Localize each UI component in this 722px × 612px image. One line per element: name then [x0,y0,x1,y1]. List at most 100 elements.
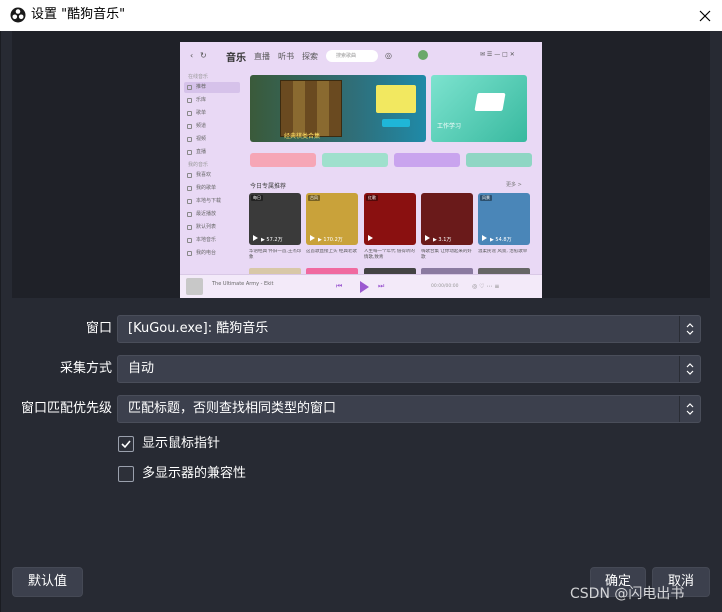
preview-playlist-card: 每日 ▶ 57.2万 [249,193,301,245]
preview-sidebar-item: 我喜欢 [184,170,240,181]
preview-card-caption: 温柔民谣 风景, 治愈歌单 [478,249,528,254]
preview-sidebar-item: 本地音乐 [184,235,240,246]
preview-quick-tile [466,153,532,167]
play-icon [310,235,315,241]
preview-banner-text: 工作学习 [437,123,462,130]
preview-sidebar-item: 乐库 [184,95,240,106]
updown-arrows-icon [686,403,694,415]
preview-banner-button [382,119,410,127]
capture-method-label: 采集方式 [59,361,112,376]
checkmark-icon [121,440,131,449]
preview-sidebar-item: 本地与下载 [184,196,240,207]
preview-sidebar-item: 默认列表 [184,222,240,233]
window-preview: ‹ ↻ 音乐 直播 听书 探索 搜索歌曲 ◎ ✉ ☰ — □ ✕ 在线音乐 推荐… [180,42,542,298]
csdn-watermark: CSDN @闪电出书 [570,586,685,602]
preview-avatar [418,50,428,60]
preview-card-caption: 这首歌直接上头 经典老歌 [306,249,357,254]
obs-icon [10,7,26,23]
preview-card-playcount: ▶ 57.2万 [261,237,283,243]
window-match-priority-label: 窗口匹配优先级 [20,401,112,416]
close-icon [699,10,711,21]
defaults-button[interactable]: 默认值 [12,567,83,597]
capture-method-value: 自动 [128,361,155,376]
window-title: 设置 "酷狗音乐" [31,7,126,22]
preview-quick-tile [394,153,460,167]
back-icon: ‹ [190,51,194,60]
preview-time: 00:00/00:00 [431,284,459,289]
preview-nav-item: 音乐 [226,53,246,64]
preview-nav-item: 听书 [278,52,294,61]
laptop-image [474,93,506,111]
preview-sidebar-item: 直播 [184,147,240,158]
preview-sidebar-item: 视频 [184,134,240,145]
select-divider [679,356,680,382]
preview-card-playcount: ▶ 170.2万 [318,237,343,243]
preview-search: 搜索歌曲 [326,50,378,62]
preview-sidebar-item: 频道 [184,121,240,132]
select-divider [679,316,680,342]
play-icon [368,235,373,241]
preview-card-tag: 每日 [251,195,263,201]
capture-method-select[interactable]: 自动 [117,355,701,383]
preview-card-tag: 风景 [480,195,492,201]
refresh-icon: ↻ [200,51,207,60]
preview-sidebar-item: 歌单 [184,108,240,119]
next-icon: ⏭ [378,282,385,290]
title-bar: 设置 "酷狗音乐" [0,0,722,32]
preview-card-playcount: ▶ 54.8万 [490,237,512,243]
preview-song-title: The Ultimate Army - Ekit [212,281,274,287]
preview-banner-text: 经典棋类合集 [284,133,321,140]
preview-album-cover [186,278,203,295]
multi-adapter-compat-label: 多显示器的兼容性 [142,466,247,481]
prev-icon: ⏮ [336,282,343,290]
preview-playlist-card: 古风 ▶ 170.2万 [306,193,358,245]
preview-nav-item: 直播 [254,52,270,61]
play-icon [482,235,487,241]
window-match-priority-value: 匹配标题，否则查找相同类型的窗口 [128,401,337,416]
chess-board-image [280,80,342,137]
preview-card-playcount: ▶ 3.1万 [433,237,452,243]
checkbox-box[interactable] [118,466,134,482]
checkbox-box[interactable] [118,436,134,452]
preview-playlist-card: 红歌 [364,193,416,245]
close-button[interactable] [688,0,722,31]
play-icon [253,235,258,241]
preview-card-caption: 人生每一个年代 值得听的情歌,致青 [364,249,415,260]
preview-card-caption: 嗨歌合集 让你动起来的好歌 [421,249,472,260]
window-match-priority-select[interactable]: 匹配标题，否则查找相同类型的窗口 [117,395,701,423]
play-icon [360,281,369,293]
preview-nav-item: 探索 [302,52,318,61]
select-divider [679,396,680,422]
preview-playlist-card: ▶ 3.1万 [421,193,473,245]
preview-sidebar-item: 我的电台 [184,248,240,259]
preview-sidebar-heading: 我的音乐 [188,162,209,168]
updown-arrows-icon [686,363,694,375]
preview-sidebar-item: 我的歌单 [184,183,240,194]
preview-topbar: ‹ ↻ 音乐 直播 听书 探索 搜索歌曲 ◎ ✉ ☰ — □ ✕ [180,42,542,70]
preview-quick-tile [322,153,388,167]
window-select-value: [KuGou.exe]: 酷狗音乐 [128,321,269,336]
window-select[interactable]: [KuGou.exe]: 酷狗音乐 [117,315,701,343]
preview-sidebar: 在线音乐 推荐 乐库 歌单 频道 视频 直播 我的音乐 我喜欢 我的歌单 本地与… [184,72,240,272]
preview-banner-study: 工作学习 [431,75,527,142]
updown-arrows-icon [686,323,694,335]
preview-player-bar: The Ultimate Army - Ekit ⏮ ⏭ 00:00/00:00… [180,274,542,298]
play-icon [425,235,430,241]
preview-card-tag: 古风 [308,195,320,201]
preview-mic-icon: ◎ [385,51,392,60]
preview-playlist-card: 风景 ▶ 54.8万 [478,193,530,245]
preview-sidebar-item: 推荐 [184,82,240,93]
preview-player-tools: ◎ ♡ ⋯ ≡ [472,283,500,290]
preview-card-caption: 华语经典 怀旧一首,王杰印象 [249,249,302,260]
window-label: 窗口 [85,321,112,336]
preview-sidebar-item: 最近播放 [184,209,240,220]
preview-window-controls: ✉ ☰ — □ ✕ [480,51,515,58]
preview-quick-tile [250,153,316,167]
preview-banner-logo [376,85,416,113]
show-cursor-label: 显示鼠标指针 [142,436,221,451]
preview-banner-game: 经典棋类合集 [250,75,426,142]
preview-card-tag: 红歌 [366,195,378,201]
preview-section-more: 更多 > [506,182,522,188]
preview-sidebar-heading: 在线音乐 [188,74,209,80]
preview-section-title: 今日专属推荐 [250,183,287,190]
